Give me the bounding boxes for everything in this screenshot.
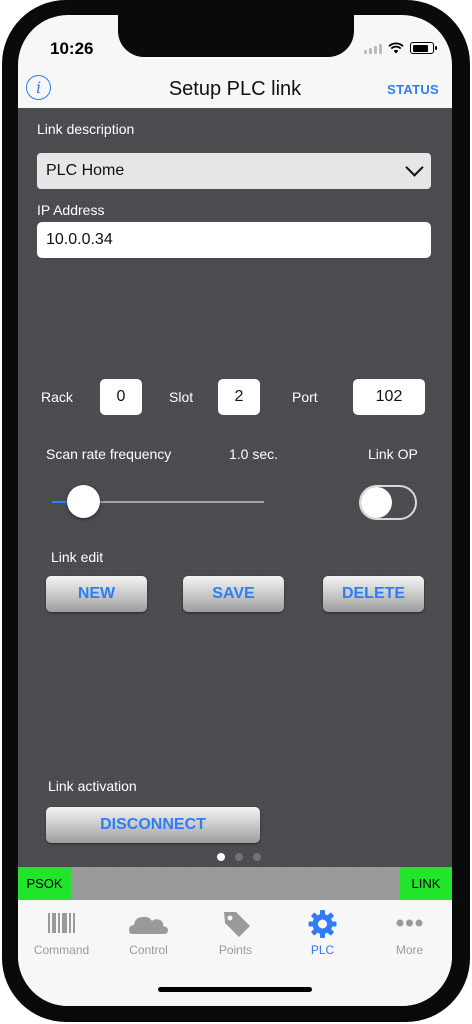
rack-label: Rack bbox=[41, 389, 73, 405]
new-button[interactable]: NEW bbox=[46, 576, 147, 612]
status-icons bbox=[364, 42, 437, 54]
more-dots-icon bbox=[396, 919, 423, 927]
delete-button[interactable]: DELETE bbox=[323, 576, 424, 612]
tab-label: PLC bbox=[310, 943, 335, 957]
link-description-select[interactable]: PLC Home bbox=[37, 153, 431, 189]
page-dot[interactable] bbox=[253, 853, 261, 861]
link-description-label: Link description bbox=[37, 121, 135, 137]
tab-more[interactable]: More bbox=[366, 900, 452, 960]
page-dot[interactable] bbox=[235, 853, 243, 861]
scan-rate-slider-thumb[interactable] bbox=[67, 485, 101, 518]
chevron-down-icon bbox=[405, 158, 424, 177]
ip-address-field[interactable]: 10.0.0.34 bbox=[37, 222, 431, 258]
port-field[interactable]: 102 bbox=[353, 379, 425, 415]
tab-label: Command bbox=[33, 943, 90, 957]
link-edit-label: Link edit bbox=[51, 549, 104, 565]
toggle-knob bbox=[361, 487, 392, 518]
screen: 10:26 i Setup PLC link STATUS Link descr… bbox=[18, 15, 452, 1006]
link-activation-label: Link activation bbox=[48, 778, 137, 794]
slot-field[interactable]: 2 bbox=[218, 379, 260, 415]
status-time: 10:26 bbox=[50, 39, 94, 58]
status-button[interactable]: STATUS bbox=[387, 82, 439, 97]
tab-control[interactable]: Control bbox=[105, 900, 192, 960]
wifi-icon bbox=[388, 42, 404, 54]
cloud-icon bbox=[129, 916, 168, 934]
home-indicator bbox=[158, 987, 312, 992]
tab-plc[interactable]: PLC bbox=[279, 900, 366, 960]
tag-icon bbox=[224, 912, 250, 937]
psok-status-badge: PSOK bbox=[18, 867, 71, 900]
navigation-bar: i Setup PLC link STATUS bbox=[18, 75, 452, 108]
page-dot[interactable] bbox=[217, 853, 225, 861]
tab-label: Control bbox=[129, 943, 168, 957]
barcode-icon bbox=[48, 913, 75, 933]
plc-setup-form: Link description PLC Home IP Address 10.… bbox=[18, 108, 452, 867]
page-indicator[interactable] bbox=[217, 853, 261, 861]
scan-rate-label: Scan rate frequency bbox=[46, 446, 172, 462]
battery-icon bbox=[410, 42, 437, 54]
scan-rate-value: 1.0 sec. bbox=[229, 446, 279, 462]
disconnect-button[interactable]: DISCONNECT bbox=[46, 807, 260, 843]
link-op-toggle[interactable] bbox=[359, 485, 417, 520]
cellular-signal-icon bbox=[364, 44, 382, 54]
tab-label: Points bbox=[218, 943, 253, 957]
save-button[interactable]: SAVE bbox=[183, 576, 284, 612]
rack-field[interactable]: 0 bbox=[100, 379, 142, 415]
tab-points[interactable]: Points bbox=[192, 900, 279, 960]
link-status-badge: LINK bbox=[400, 867, 452, 900]
link-description-value: PLC Home bbox=[46, 162, 125, 179]
link-op-label: Link OP bbox=[368, 446, 418, 462]
notch bbox=[118, 15, 354, 57]
slot-label: Slot bbox=[169, 389, 194, 405]
ip-address-label: IP Address bbox=[37, 202, 105, 218]
phone-frame: 10:26 i Setup PLC link STATUS Link descr… bbox=[0, 0, 472, 1024]
gear-icon bbox=[308, 910, 337, 938]
tab-label: More bbox=[395, 943, 424, 957]
tab-command[interactable]: Command bbox=[18, 900, 105, 960]
port-label: Port bbox=[292, 389, 318, 405]
plc-status-bar: PSOK LINK bbox=[18, 867, 452, 900]
